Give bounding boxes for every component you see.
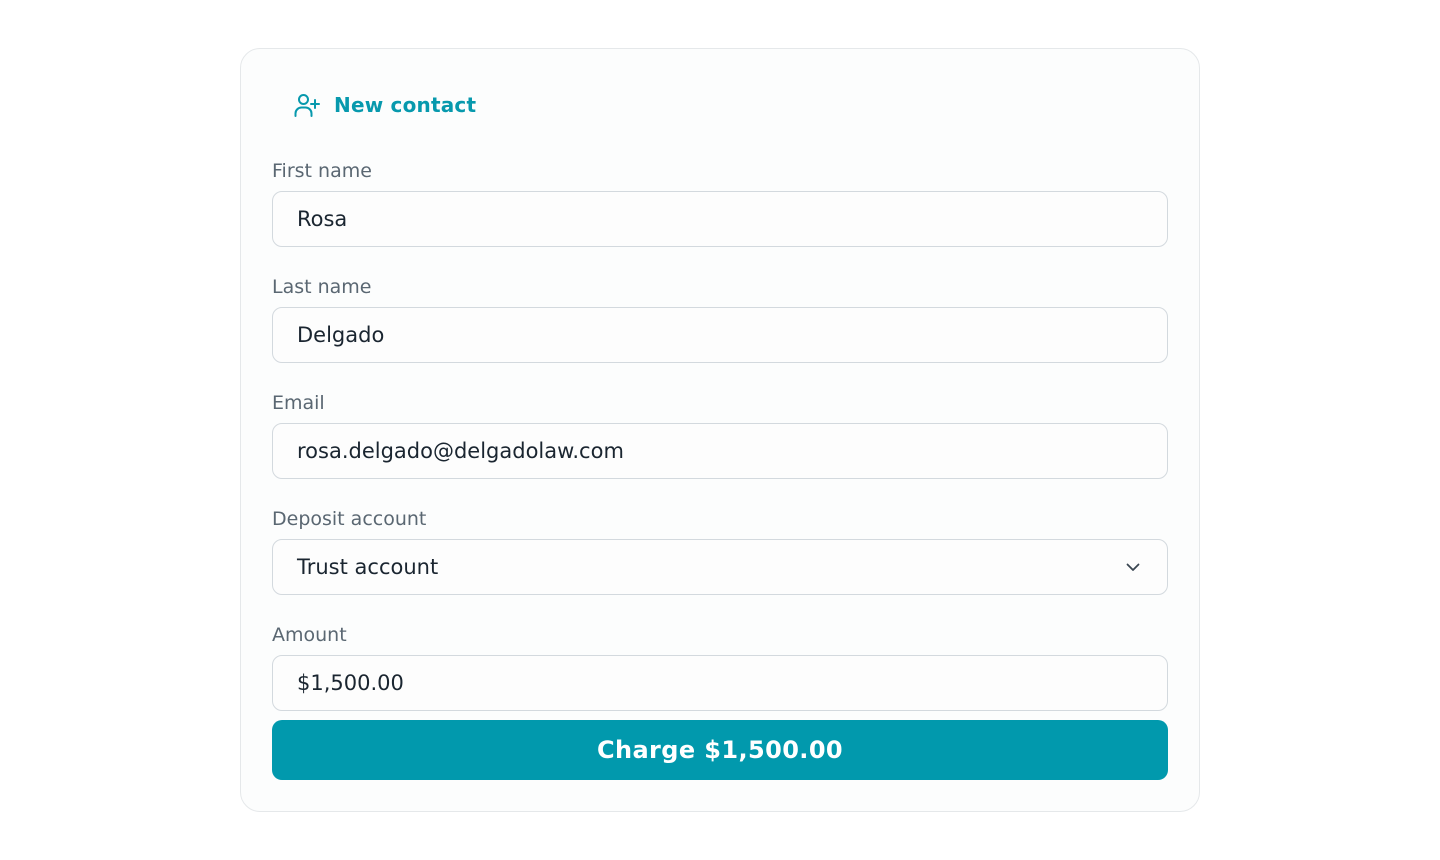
email-input[interactable]	[272, 423, 1168, 479]
amount-field: Amount	[272, 623, 1168, 711]
user-plus-icon	[292, 90, 322, 120]
amount-input[interactable]	[272, 655, 1168, 711]
new-contact-card: New contact First name Last name Email D…	[240, 48, 1200, 812]
first-name-input[interactable]	[272, 191, 1168, 247]
last-name-input[interactable]	[272, 307, 1168, 363]
deposit-account-field: Deposit account Trust account	[272, 507, 1168, 595]
deposit-account-select[interactable]: Trust account	[272, 539, 1168, 595]
card-title: New contact	[334, 93, 477, 117]
first-name-field: First name	[272, 159, 1168, 247]
card-header: New contact	[292, 90, 476, 120]
email-field: Email	[272, 391, 1168, 479]
chevron-down-icon	[1123, 557, 1143, 577]
last-name-label: Last name	[272, 276, 372, 298]
charge-button[interactable]: Charge $1,500.00	[272, 720, 1168, 780]
amount-label: Amount	[272, 624, 347, 646]
email-label: Email	[272, 392, 325, 414]
deposit-account-value: Trust account	[297, 554, 439, 579]
last-name-field: Last name	[272, 275, 1168, 363]
deposit-account-label: Deposit account	[272, 508, 427, 530]
first-name-label: First name	[272, 160, 372, 182]
